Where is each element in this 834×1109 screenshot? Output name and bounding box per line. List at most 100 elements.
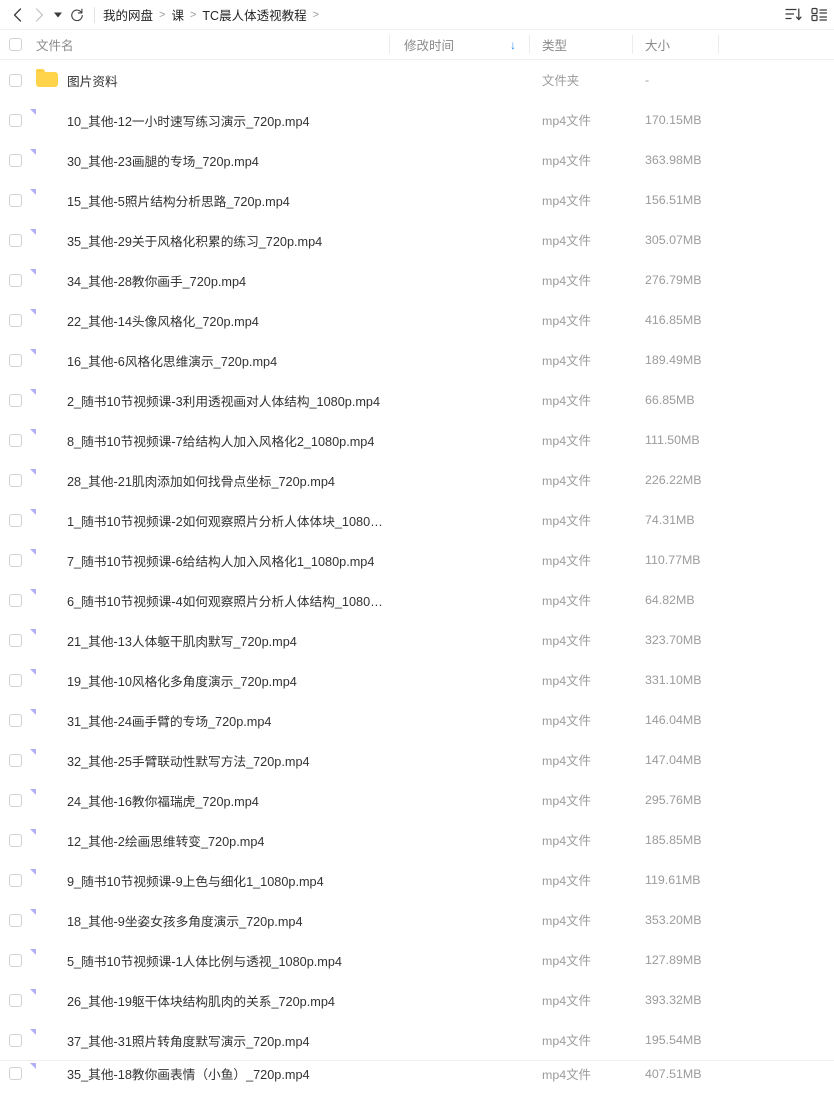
view-mode-button[interactable]	[806, 3, 832, 27]
row-checkbox[interactable]	[9, 113, 22, 127]
table-row[interactable]: 6_随书10节视频课-4如何观察照片分析人体结构_1080p.... mp4文件 6…	[0, 580, 834, 620]
table-row[interactable]: 31_其他-24画手臂的专场_720p.mp4 mp4文件 146.04MB	[0, 700, 834, 740]
breadcrumb-item-root[interactable]: 我的网盘	[103, 5, 153, 24]
back-button[interactable]	[6, 4, 28, 26]
row-checkbox[interactable]	[9, 233, 22, 247]
table-row[interactable]: 19_其他-10风格化多角度演示_720p.mp4 mp4文件 331.10MB	[0, 660, 834, 700]
table-row[interactable]: 22_其他-14头像风格化_720p.mp4 mp4文件 416.85MB	[0, 300, 834, 340]
table-row[interactable]: 35_其他-18教你画表情（小鱼）_720p.mp4 mp4文件 407.51MB	[0, 1060, 834, 1086]
row-checkbox[interactable]	[9, 793, 22, 807]
table-row[interactable]: 21_其他-13人体躯干肌肉默写_720p.mp4 mp4文件 323.70MB	[0, 620, 834, 660]
file-name-cell[interactable]: 9_随书10节视频课-9上色与细化1_1080p.mp4	[28, 860, 389, 900]
table-row[interactable]: 5_随书10节视频课-1人体比例与透视_1080p.mp4 mp4文件 127.89…	[0, 940, 834, 980]
row-checkbox[interactable]	[9, 1067, 22, 1080]
row-checkbox[interactable]	[9, 73, 22, 87]
row-checkbox[interactable]	[9, 913, 22, 927]
file-name-cell[interactable]: 19_其他-10风格化多角度演示_720p.mp4	[28, 660, 389, 700]
forward-button[interactable]	[28, 4, 50, 26]
row-checkbox[interactable]	[9, 273, 22, 287]
table-row[interactable]: 32_其他-25手臂联动性默写方法_720p.mp4 mp4文件 147.04MB	[0, 740, 834, 780]
table-row[interactable]: 2_随书10节视频课-3利用透视画对人体结构_1080p.mp4 mp4文件 66.…	[0, 380, 834, 420]
file-name-cell[interactable]: 37_其他-31照片转角度默写演示_720p.mp4	[28, 1020, 389, 1060]
file-name-cell[interactable]: 32_其他-25手臂联动性默写方法_720p.mp4	[28, 740, 389, 780]
file-name-cell[interactable]: 22_其他-14头像风格化_720p.mp4	[28, 300, 389, 340]
row-checkbox[interactable]	[9, 393, 22, 407]
row-checkbox[interactable]	[9, 833, 22, 847]
row-checkbox[interactable]	[9, 673, 22, 687]
history-dropdown-button[interactable]	[50, 4, 66, 26]
table-row[interactable]: 35_其他-29关于风格化积累的练习_720p.mp4 mp4文件 305.07MB	[0, 220, 834, 260]
row-checkbox[interactable]	[9, 513, 22, 527]
breadcrumb-item-1[interactable]: 课	[171, 5, 184, 24]
table-row[interactable]: 24_其他-16教你福瑞虎_720p.mp4 mp4文件 295.76MB	[0, 780, 834, 820]
row-checkbox[interactable]	[9, 953, 22, 967]
table-row[interactable]: 16_其他-6风格化思维演示_720p.mp4 mp4文件 189.49MB	[0, 340, 834, 380]
row-checkbox[interactable]	[9, 433, 22, 447]
refresh-button[interactable]	[66, 4, 88, 26]
file-name-cell[interactable]: 34_其他-28教你画手_720p.mp4	[28, 260, 389, 300]
column-header-time[interactable]: 修改时间 ↓	[389, 29, 529, 60]
row-checkbox[interactable]	[9, 473, 22, 487]
file-time-cell	[389, 940, 529, 980]
table-row[interactable]: 15_其他-5照片结构分析思路_720p.mp4 mp4文件 156.51MB	[0, 180, 834, 220]
file-name-cell[interactable]: 35_其他-29关于风格化积累的练习_720p.mp4	[28, 220, 389, 260]
file-name-cell[interactable]: 24_其他-16教你福瑞虎_720p.mp4	[28, 780, 389, 820]
table-row[interactable]: 26_其他-19躯干体块结构肌肉的关系_720p.mp4 mp4文件 393.32M…	[0, 980, 834, 1020]
table-row[interactable]: 8_随书10节视频课-7给结构人加入风格化2_1080p.mp4 mp4文件 111…	[0, 420, 834, 460]
column-header-type[interactable]: 类型	[529, 29, 632, 60]
file-name-cell[interactable]: 10_其他-12一小时速写练习演示_720p.mp4	[28, 100, 389, 140]
row-checkbox[interactable]	[9, 713, 22, 727]
table-row[interactable]: 34_其他-28教你画手_720p.mp4 mp4文件 276.79MB	[0, 260, 834, 300]
file-name-cell[interactable]: 35_其他-18教你画表情（小鱼）_720p.mp4	[28, 1061, 389, 1086]
file-name-cell[interactable]: 7_随书10节视频课-6给结构人加入风格化1_1080p.mp4	[28, 540, 389, 580]
file-name-cell[interactable]: 18_其他-9坐姿女孩多角度演示_720p.mp4	[28, 900, 389, 940]
row-checkbox[interactable]	[9, 193, 22, 207]
row-checkbox[interactable]	[9, 353, 22, 367]
row-checkbox[interactable]	[9, 153, 22, 167]
table-row[interactable]: 37_其他-31照片转角度默写演示_720p.mp4 mp4文件 195.54MB	[0, 1020, 834, 1060]
table-row[interactable]: 图片资料 文件夹 -	[0, 60, 834, 100]
file-name-cell[interactable]: 图片资料	[28, 60, 389, 100]
file-name-cell[interactable]: 16_其他-6风格化思维演示_720p.mp4	[28, 340, 389, 380]
row-checkbox[interactable]	[9, 633, 22, 647]
file-name-cell[interactable]: 8_随书10节视频课-7给结构人加入风格化2_1080p.mp4	[28, 420, 389, 460]
file-name-cell[interactable]: 21_其他-13人体躯干肌肉默写_720p.mp4	[28, 620, 389, 660]
row-checkbox[interactable]	[9, 993, 22, 1007]
file-name-cell[interactable]: 28_其他-21肌肉添加如何找骨点坐标_720p.mp4	[28, 460, 389, 500]
video-file-icon	[36, 705, 58, 731]
file-size-cell: 119.61MB	[645, 873, 701, 887]
table-row[interactable]: 30_其他-23画腿的专场_720p.mp4 mp4文件 363.98MB	[0, 140, 834, 180]
row-actions-cell	[718, 60, 834, 100]
breadcrumb-item-2[interactable]: TC晨人体透视教程	[202, 5, 306, 24]
table-row[interactable]: 10_其他-12一小时速写练习演示_720p.mp4 mp4文件 170.15MB	[0, 100, 834, 140]
table-row[interactable]: 28_其他-21肌肉添加如何找骨点坐标_720p.mp4 mp4文件 226.22M…	[0, 460, 834, 500]
file-name-cell[interactable]: 12_其他-2绘画思维转变_720p.mp4	[28, 820, 389, 860]
sort-button[interactable]	[780, 3, 806, 27]
file-name-cell[interactable]: 26_其他-19躯干体块结构肌肉的关系_720p.mp4	[28, 980, 389, 1020]
select-all-checkbox[interactable]	[9, 38, 22, 51]
row-checkbox[interactable]	[9, 1033, 22, 1047]
file-name-cell[interactable]: 2_随书10节视频课-3利用透视画对人体结构_1080p.mp4	[28, 380, 389, 420]
table-row[interactable]: 9_随书10节视频课-9上色与细化1_1080p.mp4 mp4文件 119.61M…	[0, 860, 834, 900]
file-name-label: 34_其他-28教你画手_720p.mp4	[67, 274, 247, 289]
file-name-cell[interactable]: 30_其他-23画腿的专场_720p.mp4	[28, 140, 389, 180]
column-header-name[interactable]: 文件名	[28, 29, 389, 60]
row-select-cell	[0, 60, 28, 100]
file-name-cell[interactable]: 31_其他-24画手臂的专场_720p.mp4	[28, 700, 389, 740]
row-checkbox[interactable]	[9, 553, 22, 567]
file-size-cell: 295.76MB	[645, 793, 702, 807]
file-name-cell[interactable]: 1_随书10节视频课-2如何观察照片分析人体体块_1080p....	[28, 500, 389, 540]
column-header-size[interactable]: 大小	[632, 29, 718, 60]
table-row[interactable]: 1_随书10节视频课-2如何观察照片分析人体体块_1080p.... mp4文件 7…	[0, 500, 834, 540]
row-checkbox[interactable]	[9, 873, 22, 887]
row-checkbox[interactable]	[9, 593, 22, 607]
file-name-label: 12_其他-2绘画思维转变_720p.mp4	[67, 834, 265, 849]
table-row[interactable]: 18_其他-9坐姿女孩多角度演示_720p.mp4 mp4文件 353.20MB	[0, 900, 834, 940]
file-name-cell[interactable]: 15_其他-5照片结构分析思路_720p.mp4	[28, 180, 389, 220]
table-row[interactable]: 7_随书10节视频课-6给结构人加入风格化1_1080p.mp4 mp4文件 110…	[0, 540, 834, 580]
row-checkbox[interactable]	[9, 313, 22, 327]
file-name-cell[interactable]: 5_随书10节视频课-1人体比例与透视_1080p.mp4	[28, 940, 389, 980]
table-row[interactable]: 12_其他-2绘画思维转变_720p.mp4 mp4文件 185.85MB	[0, 820, 834, 860]
row-checkbox[interactable]	[9, 753, 22, 767]
file-name-cell[interactable]: 6_随书10节视频课-4如何观察照片分析人体结构_1080p....	[28, 580, 389, 620]
